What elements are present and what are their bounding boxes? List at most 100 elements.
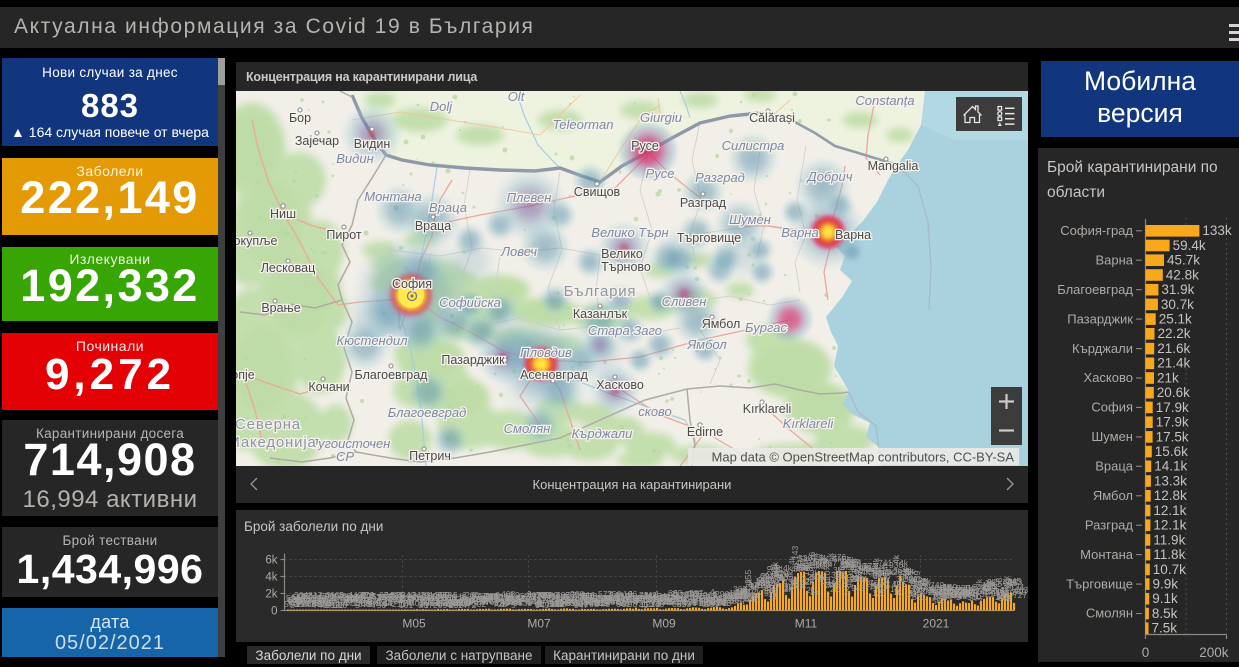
svg-text:Giurgiu: Giurgiu	[640, 110, 682, 125]
svg-text:Хасково: Хасково	[596, 378, 644, 392]
svg-text:Хасково: Хасково	[1084, 370, 1133, 385]
svg-text:13.3k: 13.3k	[1154, 473, 1187, 488]
svg-text:21.6k: 21.6k	[1157, 341, 1190, 356]
svg-text:Смолян: Смолян	[504, 421, 551, 436]
svg-text:Лесковац: Лесковац	[261, 261, 316, 275]
svg-text:Варна: Варна	[835, 228, 871, 242]
svg-text:17.5k: 17.5k	[1156, 429, 1189, 444]
svg-text:Враца: Враца	[1095, 459, 1134, 474]
svg-text:Ловеч: Ловеч	[500, 244, 537, 259]
svg-text:Бор: Бор	[289, 111, 311, 125]
svg-text:Пазарджик: Пазарджик	[441, 353, 505, 367]
svg-text:Пазарджик: Пазарджик	[1067, 311, 1133, 326]
svg-text:59.4k: 59.4k	[1173, 238, 1206, 253]
svg-text:Силистра: Силистра	[722, 138, 785, 153]
svg-text:Видин: Видин	[336, 151, 373, 166]
svg-text:0: 0	[1142, 645, 1150, 660]
svg-text:Варна: Варна	[1095, 252, 1133, 267]
svg-text:Петрич: Петрич	[409, 449, 451, 463]
svg-text:9.9k: 9.9k	[1153, 577, 1179, 592]
svg-text:Mangalia: Mangalia	[868, 159, 919, 173]
svg-text:Варна: Варна	[781, 225, 819, 240]
svg-text:Велико Търн: Велико Търн	[591, 225, 668, 240]
svg-text:45.7k: 45.7k	[1167, 253, 1200, 268]
svg-text:Разград: Разград	[1085, 517, 1133, 532]
svg-text:Кърджали: Кърджали	[1072, 341, 1133, 356]
svg-text:Пирот: Пирот	[326, 228, 362, 242]
svg-text:Благоевград: Благоевград	[388, 405, 467, 420]
svg-text:Търговище: Търговище	[677, 231, 741, 245]
svg-text:опје: опје	[236, 368, 255, 382]
svg-text:Македонија: Македонија	[236, 434, 317, 451]
svg-text:Map data © OpenStreetMap contr: Map data © OpenStreetMap contributors, C…	[712, 450, 1015, 465]
svg-text:Монтана: Монтана	[1080, 547, 1134, 562]
svg-text:Софийска: Софийска	[439, 295, 501, 310]
svg-text:Ямбол: Ямбол	[702, 317, 741, 331]
svg-text:17.9k: 17.9k	[1156, 415, 1189, 430]
svg-text:Olt: Olt	[508, 91, 526, 104]
svg-text:Шумен: Шумен	[729, 212, 771, 227]
svg-text:30.7k: 30.7k	[1161, 297, 1194, 312]
svg-text:21.4k: 21.4k	[1157, 356, 1190, 371]
svg-text:Пловдив: Пловдив	[520, 345, 572, 360]
svg-text:12.8k: 12.8k	[1154, 488, 1187, 503]
svg-text:Асеновград: Асеновград	[520, 368, 588, 382]
svg-text:200k: 200k	[1199, 645, 1229, 660]
svg-text:Търново: Търново	[601, 260, 651, 274]
svg-text:Търговище: Търговище	[1066, 576, 1133, 591]
svg-text:Враца: Враца	[415, 219, 451, 233]
svg-text:12.1k: 12.1k	[1153, 518, 1186, 533]
svg-text:Русе: Русе	[631, 139, 659, 153]
svg-text:Кърджали: Кърджали	[572, 426, 633, 441]
svg-text:7.5k: 7.5k	[1152, 621, 1178, 636]
svg-text:Плевен: Плевен	[507, 190, 552, 205]
svg-text:11.9k: 11.9k	[1153, 532, 1185, 547]
svg-text:Dolj: Dolj	[430, 99, 454, 114]
svg-text:Смолян: Смолян	[1086, 606, 1133, 621]
svg-text:Разград: Разград	[695, 170, 745, 185]
svg-text:133k: 133k	[1202, 223, 1232, 238]
svg-text:9.1k: 9.1k	[1152, 591, 1178, 606]
svg-text:21k: 21k	[1157, 370, 1179, 385]
svg-text:20.6k: 20.6k	[1157, 385, 1190, 400]
svg-text:Ниш: Ниш	[270, 207, 296, 221]
svg-text:Ямбол: Ямбол	[1093, 488, 1133, 503]
svg-text:Стара Заго: Стара Заго	[588, 323, 662, 338]
svg-text:Разград: Разград	[680, 196, 727, 210]
svg-text:Благоевград: Благоевград	[1057, 282, 1133, 297]
svg-text:Бургас: Бургас	[745, 320, 787, 335]
svg-text:Благоевград: Благоевград	[355, 368, 429, 382]
svg-text:17.9k: 17.9k	[1156, 400, 1189, 415]
svg-text:22.2k: 22.2k	[1158, 326, 1191, 341]
svg-text:Враца: Враца	[429, 200, 467, 215]
svg-text:Шумен: Шумен	[1091, 429, 1133, 444]
svg-text:Kırklareli: Kırklareli	[783, 416, 835, 431]
svg-text:14.1k: 14.1k	[1154, 459, 1187, 474]
svg-text:София-град: София-град	[1060, 223, 1133, 238]
svg-text:сково: сково	[638, 404, 672, 419]
svg-text:Видин: Видин	[354, 137, 391, 151]
svg-text:Зајечар: Зајечар	[295, 134, 339, 148]
svg-text:Русе: Русе	[646, 166, 675, 181]
svg-text:София: София	[392, 277, 432, 291]
svg-text:Călărași: Călărași	[749, 111, 795, 125]
svg-text:Кочани: Кочани	[308, 380, 349, 394]
svg-text:Teleorman: Teleorman	[553, 117, 614, 132]
svg-text:Добрич: Добрич	[806, 169, 853, 184]
svg-text:Kırklareli: Kırklareli	[743, 402, 792, 416]
svg-text:42.8k: 42.8k	[1166, 267, 1199, 282]
svg-text:11.8k: 11.8k	[1153, 547, 1185, 562]
svg-text:България: България	[564, 283, 637, 300]
svg-text:Северна: Северна	[236, 416, 301, 433]
svg-text:10.7k: 10.7k	[1153, 562, 1186, 577]
svg-text:Ямбол: Ямбол	[686, 337, 727, 352]
svg-text:СР: СР	[336, 449, 354, 464]
svg-text:Кюстендил: Кюстендил	[337, 333, 409, 348]
svg-text:Constanța: Constanța	[855, 93, 914, 108]
svg-text:Монтана: Монтана	[364, 189, 422, 204]
svg-text:Сливен: Сливен	[662, 294, 707, 309]
svg-text:31.9k: 31.9k	[1161, 282, 1194, 297]
svg-text:25.1k: 25.1k	[1159, 312, 1192, 327]
svg-text:8.5k: 8.5k	[1152, 606, 1178, 621]
svg-text:Свищов: Свищов	[574, 185, 621, 199]
